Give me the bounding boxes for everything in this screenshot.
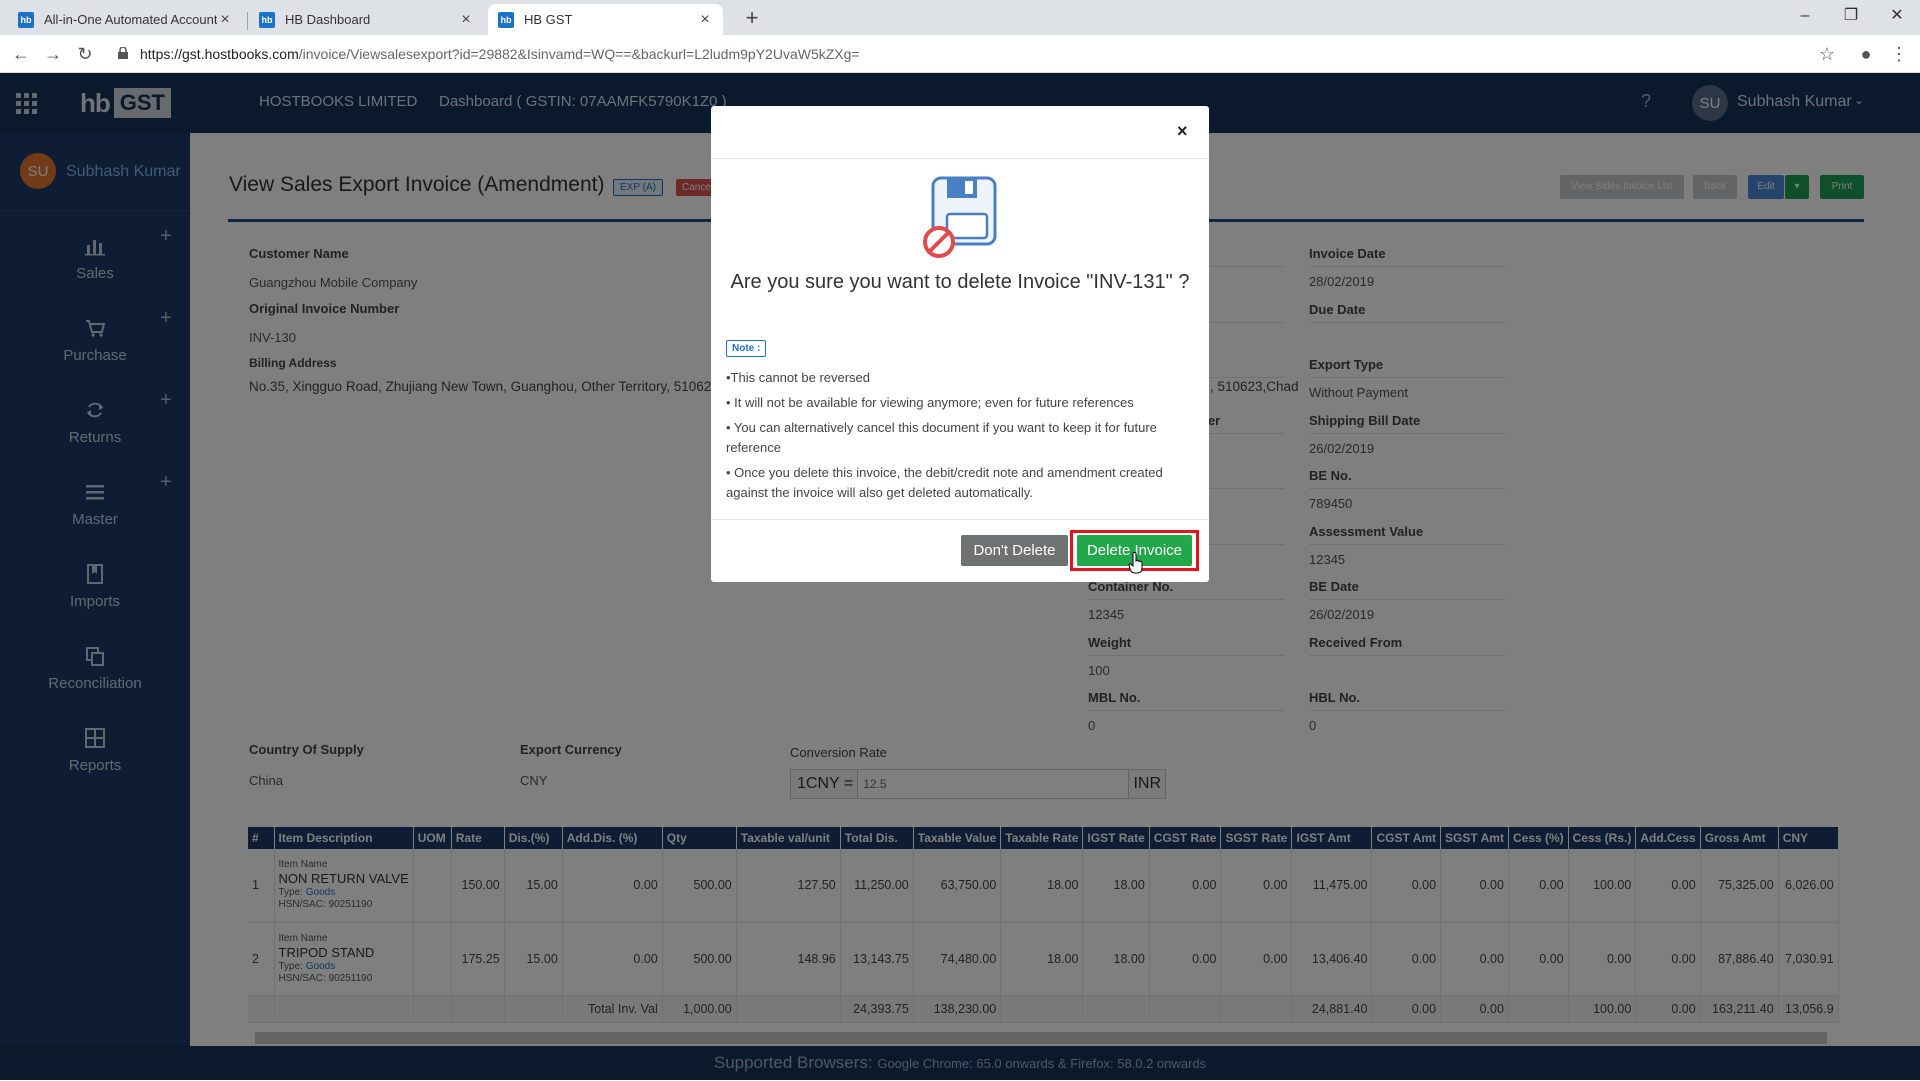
browser-tab-bar: hb All-in-One Automated Accounting × hb … (0, 0, 1920, 35)
url-path: /invoice/Viewsalesexport?id=29882&Isinva… (298, 46, 860, 62)
tab-close-icon[interactable]: × (458, 11, 474, 29)
tab-close-icon[interactable]: × (217, 11, 233, 29)
tab-label: HB GST (524, 12, 573, 27)
note-line-1: •This cannot be reversed (726, 370, 871, 385)
address-bar: ← → ↻ https://gst.hostbooks.com/invoice/… (0, 35, 1920, 73)
modal-divider (711, 519, 1209, 520)
browser-tab-1[interactable]: hb All-in-One Automated Accounting × (8, 4, 243, 35)
minimize-icon[interactable]: – (1782, 0, 1828, 35)
window-close-icon[interactable]: ✕ (1874, 0, 1920, 35)
note-line-4: • Once you delete this invoice, the debi… (726, 465, 1163, 500)
hand-cursor-icon (1128, 552, 1143, 574)
delete-question: Are you sure you want to delete Invoice … (730, 271, 1190, 293)
reload-icon[interactable]: ↻ (70, 35, 100, 73)
note-line-2: • It will not be available for viewing a… (726, 395, 1134, 410)
url-host: https://gst.hostbooks.com (140, 46, 299, 62)
forward-arrow-icon[interactable]: → (38, 35, 68, 73)
delete-file-icon (923, 176, 997, 258)
note-chip: Note : (726, 340, 767, 357)
bookmark-star-icon[interactable]: ☆ (1812, 35, 1842, 73)
tab-label: All-in-One Automated Accounting (44, 12, 217, 27)
new-tab-button[interactable]: + (738, 4, 766, 32)
lock-icon (118, 47, 128, 59)
browser-menu-icon[interactable]: ⋮ (1884, 35, 1914, 73)
hb-favicon-icon: hb (498, 11, 514, 28)
tab-close-icon[interactable]: × (697, 11, 713, 29)
browser-tab-3-active[interactable]: hb HB GST × (488, 4, 723, 35)
restore-icon[interactable]: ❐ (1828, 0, 1874, 35)
hb-favicon-icon: hb (18, 11, 34, 28)
profile-icon[interactable]: ● (1851, 35, 1881, 73)
dont-delete-button[interactable]: Don't Delete (961, 535, 1068, 566)
tab-label: HB Dashboard (285, 12, 371, 27)
delete-confirm-dialog: × Are you sure you want to delete Invoic… (711, 106, 1209, 582)
modal-divider (711, 158, 1209, 159)
tab-separator (247, 12, 248, 30)
back-arrow-icon[interactable]: ← (6, 35, 36, 73)
note-line-3: • You can alternatively cancel this docu… (726, 420, 1157, 455)
hb-favicon-icon: hb (259, 11, 275, 28)
browser-tab-2[interactable]: hb HB Dashboard × (249, 4, 484, 35)
url-field[interactable]: https://gst.hostbooks.com/invoice/Viewsa… (112, 42, 1832, 66)
close-icon[interactable]: × (1177, 121, 1188, 142)
